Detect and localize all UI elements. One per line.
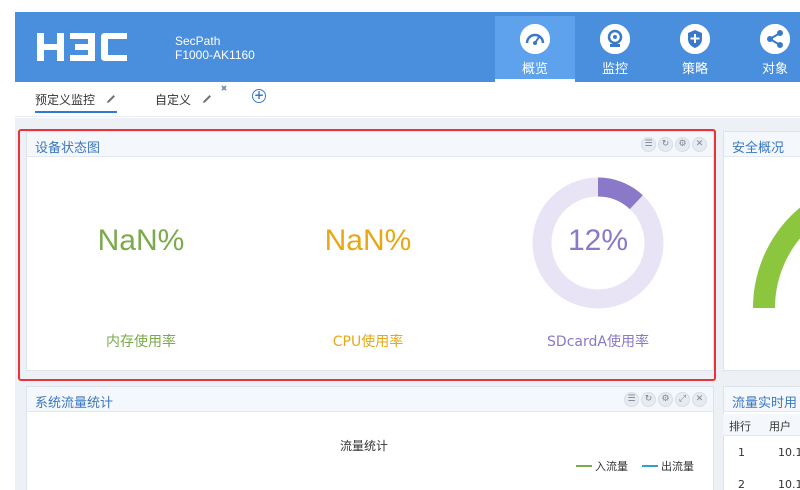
system-traffic-header: 系统流量统计 ☰ ↻ ⚙ ⤢ ✕	[27, 387, 713, 412]
top-header: SecPath F1000-AK1160 概览 监控 策略 对象	[15, 12, 800, 82]
panel-title: 设备状态图	[35, 141, 101, 156]
gear-icon[interactable]: ⚙	[675, 137, 690, 152]
gear-icon[interactable]: ⚙	[658, 392, 673, 407]
row-user: 10.1	[778, 478, 800, 490]
refresh-icon[interactable]: ↻	[641, 392, 656, 407]
legend-outbound-swatch	[642, 465, 658, 467]
tab-predefined-label: 预定义监控	[35, 93, 96, 107]
nav-overview-label: 概览	[521, 62, 548, 77]
nav-overview[interactable]: 概览	[495, 16, 575, 82]
panel-title: 系统流量统计	[35, 396, 114, 411]
realtime-table-header: 排行 用户	[723, 414, 800, 436]
realtime-traffic-header: 流量实时用	[724, 387, 800, 412]
tab-custom[interactable]: 自定义	[155, 91, 213, 113]
h3c-logo	[35, 27, 155, 67]
panel-toolbar: ☰ ↻ ⚙ ⤢ ✕	[624, 392, 707, 407]
traffic-chart-title: 流量统计	[340, 439, 389, 453]
row-user: 10.1	[778, 446, 800, 459]
nav-policy-label: 策略	[681, 62, 708, 77]
tab-custom-label: 自定义	[155, 93, 192, 107]
panel-title: 流量实时用	[732, 396, 798, 411]
sdcard-usage-label: SDcardA使用率	[547, 334, 649, 350]
shield-plus-icon	[680, 24, 710, 54]
expand-icon[interactable]: ⤢	[675, 392, 690, 407]
webcam-icon	[600, 24, 630, 54]
nav-monitor-label: 监控	[601, 62, 628, 77]
cpu-usage-label: CPU使用率	[332, 334, 404, 350]
legend-inbound-label: 入流量	[595, 460, 628, 473]
security-overview-header: 安全概况	[724, 132, 800, 157]
column-header-rank: 排行	[729, 420, 751, 433]
tab-close-icon[interactable]: ✖	[219, 84, 229, 94]
nav-policy[interactable]: 策略	[655, 16, 735, 82]
cpu-usage-value: NaN%	[324, 224, 412, 257]
legend-outbound[interactable]: 出流量	[642, 458, 694, 474]
sdcard-usage-value: 12%	[567, 224, 629, 257]
row-rank: 2	[738, 478, 745, 490]
sdcard-usage-value-wrap: 12%	[508, 224, 688, 258]
nav-monitor[interactable]: 监控	[575, 16, 655, 82]
model-line-2: F1000-AK1160	[175, 48, 255, 62]
list-icon[interactable]: ☰	[624, 392, 639, 407]
add-tab-button[interactable]: +	[252, 89, 266, 103]
device-model: SecPath F1000-AK1160	[175, 34, 255, 62]
app-root: SecPath F1000-AK1160 概览 监控 策略 对象 预定义监控 自…	[0, 0, 800, 490]
nav-object[interactable]: 对象	[735, 16, 800, 82]
share-nodes-icon	[760, 24, 790, 54]
gauge-fill	[597, 177, 643, 210]
column-header-user: 用户	[769, 420, 791, 433]
model-line-1: SecPath	[175, 34, 221, 48]
memory-usage-value: NaN%	[97, 224, 185, 257]
legend-inbound-swatch	[576, 465, 592, 467]
security-overview-panel: 安全概况	[723, 131, 800, 371]
edit-pencil-icon[interactable]	[201, 93, 213, 105]
list-icon[interactable]: ☰	[641, 137, 656, 152]
memory-usage-value-wrap: NaN%	[51, 224, 231, 258]
memory-usage-label: 内存使用率	[106, 334, 176, 350]
row-rank: 1	[738, 446, 745, 459]
close-icon[interactable]: ✕	[692, 137, 707, 152]
dashboard-tab-bar: 预定义监控 自定义	[15, 82, 800, 117]
panel-title: 安全概况	[732, 141, 785, 156]
nav-object-label: 对象	[761, 62, 788, 77]
security-gauge	[753, 207, 800, 309]
legend-inbound[interactable]: 入流量	[576, 458, 628, 474]
legend-outbound-label: 出流量	[661, 460, 694, 473]
edit-pencil-icon[interactable]	[105, 93, 117, 105]
cpu-usage-value-wrap: NaN%	[278, 224, 458, 258]
close-icon[interactable]: ✕	[692, 392, 707, 407]
refresh-icon[interactable]: ↻	[658, 137, 673, 152]
tab-predefined-monitor[interactable]: 预定义监控	[35, 91, 117, 113]
panel-toolbar: ☰ ↻ ⚙ ✕	[641, 137, 707, 152]
realtime-traffic-panel: 流量实时用	[723, 386, 800, 490]
device-status-header: 设备状态图 ☰ ↻ ⚙ ✕	[27, 132, 713, 157]
dashboard-gauge-icon	[520, 24, 550, 54]
